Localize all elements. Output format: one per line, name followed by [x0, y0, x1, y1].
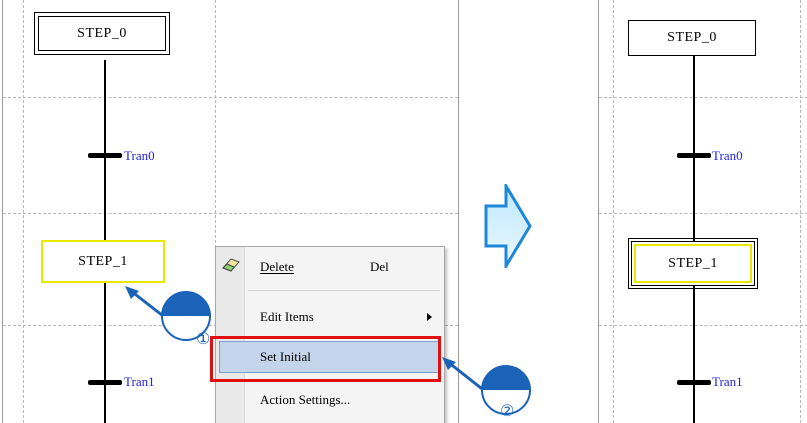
- step-0-initial[interactable]: STEP_0: [34, 12, 170, 55]
- set-initial-highlight-box: [210, 336, 441, 382]
- menu-item-label: Set Initial: [260, 349, 311, 364]
- context-menu: Delete Del Edit Items Set Initial Action…: [215, 246, 445, 423]
- grid-line: [599, 97, 807, 98]
- menu-item-label: Delete: [260, 259, 294, 274]
- transition-label: Tran1: [124, 374, 155, 389]
- callout-number: ②: [500, 401, 515, 420]
- sfc-editor-before: STEP_0 Tran0 STEP_1 Tran1 Delete Del Edi…: [2, 0, 459, 423]
- transition-label: Tran1: [712, 374, 743, 389]
- transition-bar[interactable]: [677, 153, 711, 158]
- transition-label: Tran0: [712, 148, 743, 163]
- grid-line: [599, 325, 807, 326]
- sfc-flow-line: [693, 56, 695, 423]
- transition-label: Tran0: [124, 148, 155, 163]
- callout-number: ①: [196, 329, 211, 348]
- menu-item-edit-items[interactable]: Edit Items: [216, 299, 444, 335]
- step-label: STEP_1: [78, 253, 128, 269]
- submenu-arrow-icon: [427, 313, 432, 321]
- step-label: STEP_0: [667, 30, 717, 45]
- grid-line: [613, 0, 614, 423]
- menu-shortcut: Del: [370, 259, 389, 274]
- menu-item-delete[interactable]: Delete Del: [216, 249, 444, 285]
- menu-separator: [248, 290, 440, 291]
- menu-item-label: Action Settings...: [260, 392, 351, 407]
- transition-bar[interactable]: [677, 380, 711, 385]
- step-0[interactable]: STEP_0: [628, 20, 756, 56]
- right-arrow-icon: [484, 184, 532, 268]
- eraser-icon: [221, 256, 241, 278]
- grid-line: [23, 0, 24, 423]
- menu-item-label: Edit Items: [260, 309, 314, 324]
- step-label: STEP_1: [668, 255, 718, 271]
- transition-bar[interactable]: [88, 380, 122, 385]
- grid-line: [599, 213, 807, 214]
- grid-line: [800, 0, 801, 423]
- grid-line: [3, 97, 458, 98]
- transition-bar[interactable]: [88, 153, 122, 158]
- menu-item-action-settings[interactable]: Action Settings...: [216, 382, 444, 418]
- sfc-editor-after: STEP_0 Tran0 STEP_1 Tran1: [598, 0, 807, 423]
- grid-line: [3, 213, 458, 214]
- step-1-selected[interactable]: STEP_1: [41, 240, 165, 283]
- step-label: STEP_0: [77, 25, 127, 41]
- step-1-initial-selected[interactable]: STEP_1: [628, 238, 758, 289]
